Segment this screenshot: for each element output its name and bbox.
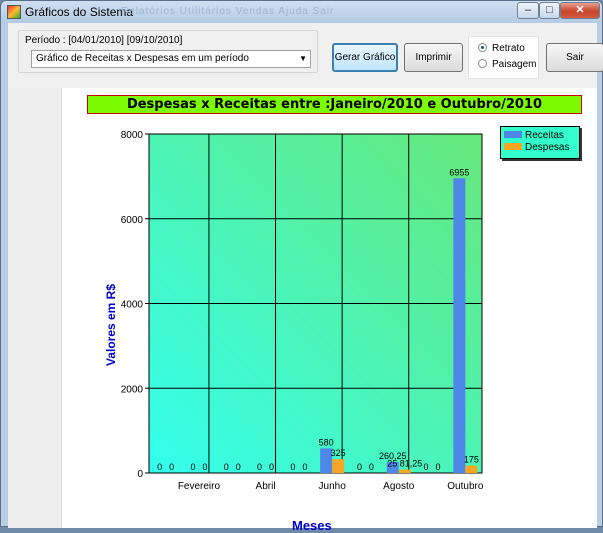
chart-panel: Despesas x Receitas entre :Janeiro/2010 …: [62, 88, 597, 533]
chevron-down-icon[interactable]: ▼: [299, 51, 307, 67]
radio-unselected-icon[interactable]: [478, 59, 487, 68]
data-label: 0: [369, 462, 374, 472]
data-label: 580: [319, 437, 334, 447]
data-label: 0: [169, 462, 174, 472]
background-menu-ghost: Relatórios Utilitários Vendas Ajuda Sair: [121, 6, 335, 17]
chart-type-select[interactable]: Gráfico de Receitas x Despesas em um per…: [31, 50, 311, 68]
legend-item-despesas: Despesas: [504, 142, 576, 154]
legend-label-despesas: Despesas: [525, 142, 570, 153]
maximize-button[interactable]: □: [539, 2, 560, 19]
bar-despesas: [332, 459, 345, 473]
bar-despesas: [398, 469, 411, 473]
radio-paisagem[interactable]: Paisagem: [478, 59, 536, 70]
radio-paisagem-label: Paisagem: [492, 59, 537, 70]
legend-item-receitas: Receitas: [504, 130, 576, 142]
y-tick-label: 2000: [121, 384, 144, 395]
data-label: 325: [331, 448, 346, 458]
legend-swatch-receitas: [504, 131, 522, 138]
client-area: Período : [04/01/2010] [09/10/2010] Gráf…: [8, 23, 603, 533]
data-label: 0: [302, 462, 307, 472]
title-bar[interactable]: Gráficos do Sistema Relatórios Utilitári…: [1, 1, 602, 23]
data-label: 0: [424, 462, 429, 472]
data-label: 0: [290, 462, 295, 472]
data-label: 0: [190, 462, 195, 472]
y-tick-label: 6000: [121, 215, 144, 226]
legend-swatch-despesas: [504, 143, 522, 150]
data-label: 0: [236, 462, 241, 472]
data-label: 0: [224, 462, 229, 472]
chart-legend: Receitas Despesas: [500, 126, 580, 159]
data-label: 25 81,25: [387, 459, 422, 469]
x-tick-label: Outubro: [447, 481, 484, 492]
y-axis-label: Valores em R$: [104, 283, 118, 367]
legend-label-receitas: Receitas: [525, 130, 564, 141]
y-tick-label: 4000: [121, 300, 144, 311]
chart-type-value: Gráfico de Receitas x Despesas em um per…: [36, 53, 249, 64]
x-tick-label: Abril: [256, 481, 276, 492]
periodo-label: Período : [04/01/2010] [09/10/2010]: [23, 35, 185, 46]
bar-receitas: [453, 178, 466, 474]
app-window: Gráficos do Sistema Relatórios Utilitári…: [0, 0, 603, 533]
print-button[interactable]: Imprimir: [404, 43, 463, 72]
periodo-groupbox: Período : [04/01/2010] [09/10/2010] Gráf…: [18, 30, 318, 73]
y-tick-label: 8000: [121, 130, 144, 141]
data-label: 0: [357, 462, 362, 472]
bar-despesas: [465, 465, 478, 473]
data-label: 0: [157, 462, 162, 472]
data-label: 0: [436, 462, 441, 472]
radio-retrato-label: Retrato: [492, 43, 525, 54]
x-tick-label: Fevereiro: [178, 481, 221, 492]
x-axis-label: Meses: [292, 518, 332, 533]
radio-selected-icon[interactable]: [478, 43, 487, 52]
generate-chart-button[interactable]: Gerar Gráfico: [332, 43, 398, 72]
radio-retrato[interactable]: Retrato: [478, 43, 525, 54]
window-title: Gráficos do Sistema: [25, 5, 134, 19]
data-label: 0: [257, 462, 262, 472]
left-gutter: [8, 88, 62, 528]
data-label: 6955: [449, 167, 469, 177]
minimize-button[interactable]: –: [517, 2, 539, 19]
app-icon: [7, 5, 21, 19]
exit-button[interactable]: Sair: [546, 43, 603, 72]
x-tick-label: Agosto: [383, 481, 415, 492]
y-tick-label: 0: [137, 469, 143, 480]
x-tick-label: Junho: [319, 481, 347, 492]
close-button[interactable]: ✕: [560, 2, 600, 19]
orientation-group: Retrato Paisagem: [468, 36, 539, 79]
data-label: 0: [269, 462, 274, 472]
data-label: 175: [464, 455, 479, 465]
data-label: 0: [202, 462, 207, 472]
